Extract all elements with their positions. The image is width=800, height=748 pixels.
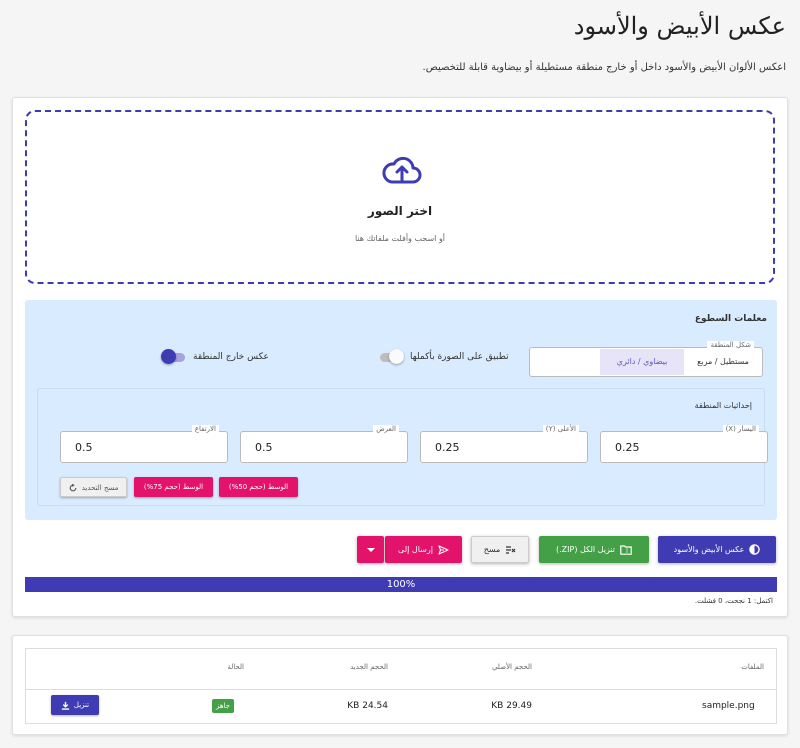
left-x-input[interactable]: اليسار (X) 0.25 xyxy=(600,425,768,463)
invert-outside-label: عكس خارج المنطقة xyxy=(193,352,269,362)
header-status: الحالة xyxy=(227,663,244,671)
cloud-upload-icon xyxy=(382,156,422,184)
parameters-panel: معلمات السطوع شكل المنطقة مستطيل / مربع … xyxy=(25,300,777,520)
invert-outside-toggle[interactable]: عكس خارج المنطقة xyxy=(161,349,269,365)
top-y-label: الأعلى (Y) xyxy=(542,425,579,433)
download-zip-button[interactable]: تنزيل الكل (ZIP.) xyxy=(539,536,649,563)
preset-center-50-button[interactable]: الوسط (حجم 50%) xyxy=(219,477,298,497)
send-to-label: إرسال إلى xyxy=(398,545,433,554)
page-subtitle: اعكس الألوان الأبيض والأسود داخل أو خارج… xyxy=(422,62,786,73)
top-y-input[interactable]: الأعلى (Y) 0.25 xyxy=(420,425,588,463)
shape-option-rectangle[interactable]: مستطيل / مربع xyxy=(684,349,762,375)
image-drop-zone[interactable]: اختر الصور أو اسحب وأفلت ملفاتك هنا xyxy=(25,110,775,284)
clear-icon xyxy=(506,545,516,554)
width-label: العرض xyxy=(373,425,399,433)
cell-file-name: sample.png xyxy=(702,701,755,711)
page-title: عكس الأبيض والأسود xyxy=(573,12,786,40)
region-coordinates: إحداثيات المنطقة اليسار (X) 0.25 الأعلى … xyxy=(37,388,768,506)
width-value[interactable]: 0.5 xyxy=(255,441,273,454)
clear-button-label: مسح xyxy=(483,545,501,554)
clear-button[interactable]: مسح xyxy=(471,536,529,563)
width-input[interactable]: العرض 0.5 xyxy=(240,425,408,463)
invert-button[interactable]: عكس الأبيض والأسود xyxy=(658,536,776,563)
folder-zip-icon xyxy=(620,544,632,555)
send-to-button[interactable]: إرسال إلى xyxy=(385,536,462,563)
download-file-button[interactable]: تنزيل xyxy=(51,695,99,715)
cell-original-size: 29.49 KB xyxy=(491,701,532,711)
reset-selection-button[interactable]: مسح التحديد xyxy=(60,477,127,497)
height-value[interactable]: 0.5 xyxy=(75,441,93,454)
parameters-title: معلمات السطوع xyxy=(694,314,767,324)
send-to-dropdown-button[interactable] xyxy=(357,536,384,563)
top-y-value[interactable]: 0.25 xyxy=(435,441,460,454)
status-badge: جاهز xyxy=(212,699,235,713)
region-shape-label: شكل المنطقة xyxy=(707,341,754,349)
download-file-label: تنزيل xyxy=(73,701,90,709)
header-files: الملفات xyxy=(741,663,764,671)
height-input[interactable]: الارتفاع 0.5 xyxy=(60,425,228,463)
coordinates-title: إحداثيات المنطقة xyxy=(694,401,752,410)
height-label: الارتفاع xyxy=(191,425,219,433)
chevron-down-icon xyxy=(366,547,375,552)
main-card: اختر الصور أو اسحب وأفلت ملفاتك هنا معلم… xyxy=(12,97,788,617)
apply-whole-image-switch[interactable] xyxy=(378,349,404,365)
shape-option-ellipse[interactable]: بيضاوي / دائري xyxy=(600,349,684,375)
reset-icon xyxy=(69,483,76,492)
drop-zone-hint: أو اسحب وأفلت ملفاتك هنا xyxy=(354,234,446,243)
reset-selection-label: مسح التحديد xyxy=(81,484,119,492)
download-zip-label: تنزيل الكل (ZIP.) xyxy=(555,545,616,554)
header-new-size: الحجم الجديد xyxy=(350,663,388,671)
apply-whole-image-label: تطبيق على الصورة بأكملها xyxy=(410,352,509,362)
progress-summary: اكتمل: 1 نجحت، 0 فشلت. xyxy=(694,597,773,605)
drop-zone-title: اختر الصور xyxy=(367,204,433,218)
progress-label: 100% xyxy=(386,579,416,590)
preset-center-75-button[interactable]: الوسط (حجم 75%) xyxy=(134,477,213,497)
download-icon xyxy=(61,701,70,710)
contrast-icon xyxy=(749,544,761,555)
invert-button-label: عكس الأبيض والأسود xyxy=(673,545,745,554)
region-shape-selector: شكل المنطقة مستطيل / مربع بيضاوي / دائري xyxy=(529,341,763,377)
left-x-label: اليسار (X) xyxy=(722,425,759,433)
cell-new-size: 24.54 KB xyxy=(347,701,388,711)
results-table: الملفات الحجم الأصلي الحجم الجديد الحالة… xyxy=(25,648,777,724)
progress-bar: 100% xyxy=(25,577,777,592)
header-original-size: الحجم الأصلي xyxy=(491,663,532,671)
invert-outside-switch[interactable] xyxy=(161,349,187,365)
left-x-value[interactable]: 0.25 xyxy=(615,441,640,454)
send-icon xyxy=(438,544,449,555)
row-divider xyxy=(26,689,776,690)
apply-whole-image-toggle[interactable]: تطبيق على الصورة بأكملها xyxy=(378,349,509,365)
results-card: الملفات الحجم الأصلي الحجم الجديد الحالة… xyxy=(12,635,788,735)
